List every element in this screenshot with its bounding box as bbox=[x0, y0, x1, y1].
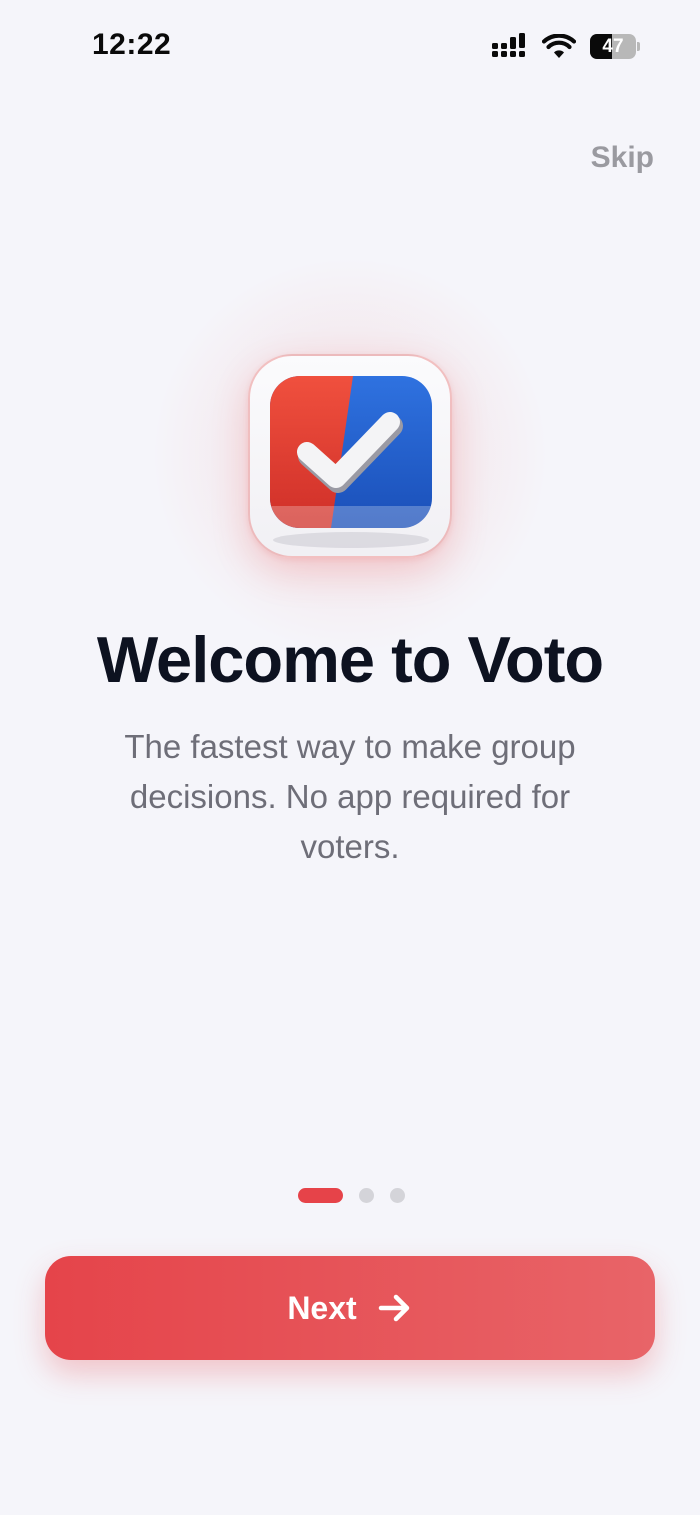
ballot-check-icon bbox=[270, 376, 432, 548]
page-dot[interactable] bbox=[390, 1188, 405, 1203]
wifi-icon bbox=[542, 33, 576, 58]
status-bar: 12:22 47 bbox=[0, 0, 700, 90]
cellular-signal-icon bbox=[492, 33, 525, 57]
status-time: 12:22 bbox=[92, 28, 172, 61]
battery-icon: 47 bbox=[590, 33, 640, 59]
arrow-right-icon bbox=[378, 1294, 409, 1322]
page-dot-active[interactable] bbox=[298, 1188, 343, 1203]
welcome-title: Welcome to Voto bbox=[96, 623, 604, 696]
page-dot[interactable] bbox=[359, 1188, 374, 1203]
skip-button[interactable]: Skip bbox=[591, 141, 654, 175]
app-icon bbox=[248, 354, 452, 558]
battery-percent: 47 bbox=[602, 35, 624, 57]
welcome-subtitle: The fastest way to make group decisions.… bbox=[124, 728, 576, 865]
status-icons: 47 bbox=[492, 33, 640, 59]
page-indicator[interactable] bbox=[298, 1188, 405, 1203]
next-button[interactable]: Next bbox=[45, 1256, 655, 1360]
next-button-label: Next bbox=[287, 1289, 357, 1326]
